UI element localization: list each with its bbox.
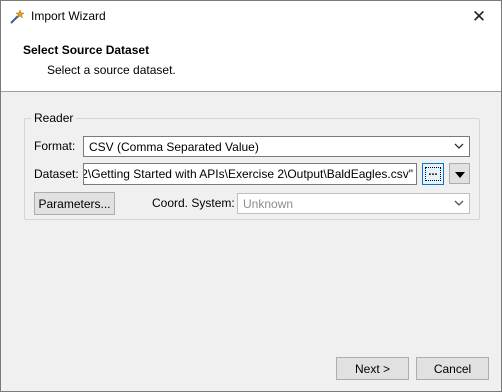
title-bar: Import Wizard ✕	[1, 1, 501, 32]
browse-button[interactable]: ...	[422, 163, 444, 185]
coord-system-value: Unknown	[243, 197, 294, 211]
next-button[interactable]: Next >	[336, 357, 409, 380]
chevron-down-icon	[452, 139, 466, 153]
page-subtitle: Select a source dataset.	[47, 63, 176, 77]
reader-group-title: Reader	[31, 111, 77, 125]
coord-system-select[interactable]: Unknown	[237, 193, 470, 214]
dataset-menu-button[interactable]	[449, 163, 470, 184]
coord-system-label: Coord. System:	[152, 196, 235, 210]
cancel-button[interactable]: Cancel	[416, 357, 489, 380]
browse-button-label: ...	[425, 167, 441, 181]
dataset-input[interactable]: 22\Getting Started with APIs\Exercise 2\…	[83, 163, 417, 185]
triangle-down-icon	[454, 167, 465, 181]
parameters-button[interactable]: Parameters...	[34, 192, 115, 215]
format-label: Format:	[34, 139, 76, 153]
wizard-footer: Next > Cancel	[1, 351, 501, 391]
close-icon[interactable]: ✕	[457, 1, 501, 32]
dataset-value: 22\Getting Started with APIs\Exercise 2\…	[83, 167, 413, 181]
window-title: Import Wizard	[31, 9, 106, 23]
wizard-wand-icon	[9, 9, 25, 25]
format-select[interactable]: CSV (Comma Separated Value)	[83, 136, 470, 157]
page-title: Select Source Dataset	[23, 43, 150, 57]
format-value: CSV (Comma Separated Value)	[89, 140, 259, 154]
wizard-body: Reader Format: CSV (Comma Separated Valu…	[1, 92, 501, 351]
import-wizard-window: Import Wizard ✕ Select Source Dataset Se…	[0, 0, 502, 392]
chevron-down-icon	[452, 196, 466, 210]
dataset-label: Dataset:	[34, 167, 79, 181]
wizard-header: Select Source Dataset Select a source da…	[1, 32, 501, 92]
